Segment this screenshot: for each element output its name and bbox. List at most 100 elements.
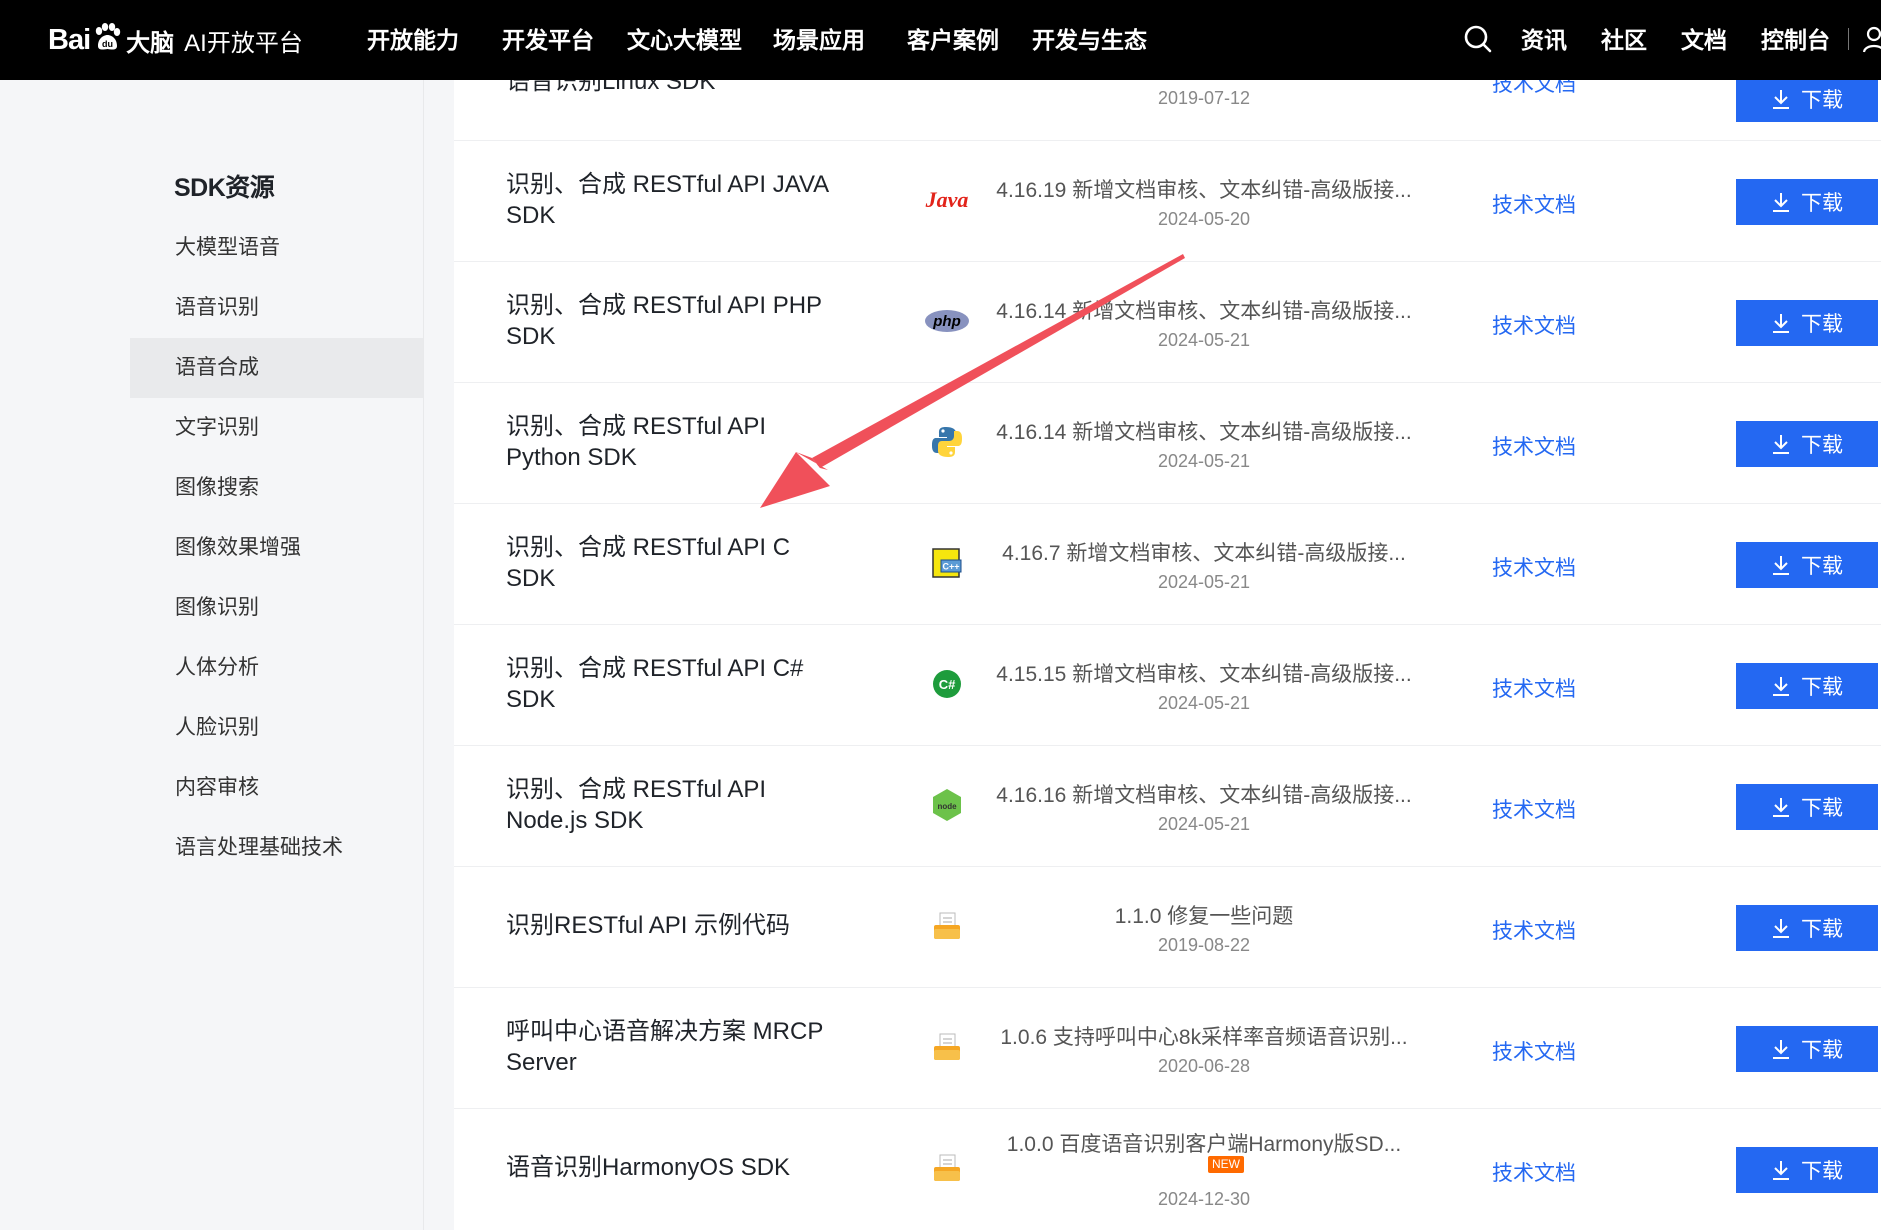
download-button[interactable]: 下载 (1736, 542, 1878, 588)
download-icon (1773, 677, 1789, 696)
nav-docs[interactable]: 文档 (1681, 22, 1727, 58)
svg-text:php: php (932, 313, 961, 330)
sidebar-item-image-enhance[interactable]: 图像效果增强 (130, 518, 423, 578)
nav-scenario-apps[interactable]: 场景应用 (773, 22, 865, 58)
sdk-date: 2024-05-21 (1157, 814, 1251, 834)
tech-doc-link[interactable]: 技术文档 (1492, 1157, 1576, 1187)
paw-icon: du (95, 23, 121, 50)
sidebar-item-speech-synthesis[interactable]: 语音合成 (130, 338, 423, 398)
sidebar-item-body-analysis[interactable]: 人体分析 (130, 638, 423, 698)
php-icon: php (924, 298, 970, 344)
tech-doc-link[interactable]: 技术文档 (1492, 1036, 1576, 1066)
download-button[interactable]: 下载 (1736, 300, 1878, 346)
nav-open-capability[interactable]: 开放能力 (367, 22, 459, 58)
download-button[interactable]: 下载 (1736, 76, 1878, 122)
download-icon (1773, 556, 1789, 575)
nav-console[interactable]: 控制台 (1761, 22, 1830, 58)
logo-platform-text: AI开放平台 (184, 29, 303, 57)
sidebar-item-image-search[interactable]: 图像搜索 (130, 458, 423, 518)
download-button[interactable]: 下载 (1736, 1147, 1878, 1193)
tech-doc-link[interactable]: 技术文档 (1492, 915, 1576, 945)
tech-doc-link[interactable]: 技术文档 (1492, 431, 1576, 461)
sdk-row: 识别RESTful API 示例代码 1.1.0 修复一些问题 2019-08-… (454, 867, 1881, 989)
sdk-row: 识别、合成 RESTful API Python SDK 4.16.14 新增文… (454, 383, 1881, 505)
download-button[interactable]: 下载 (1736, 1026, 1878, 1072)
sdk-date: 2024-05-21 (1157, 572, 1251, 592)
tech-doc-link[interactable]: 技术文档 (1492, 552, 1576, 582)
sidebar-title: SDK资源 (174, 174, 275, 202)
sdk-name: 呼叫中心语音解决方案 MRCP Server (506, 1018, 823, 1076)
sdk-name: 识别、合成 RESTful API C# SDK (506, 655, 804, 713)
search-icon[interactable] (1461, 22, 1495, 56)
nav-customer-cases[interactable]: 客户案例 (907, 22, 999, 58)
sdk-version: 1.1.0 修复一些问题 (1114, 905, 1294, 928)
sdk-date: 2019-07-12 (1157, 88, 1251, 108)
sdk-date: 2024-05-21 (1157, 330, 1251, 350)
sdk-row: 识别、合成 RESTful API C SDK C++ 4.16.7 新增文档审… (454, 504, 1881, 626)
tech-doc-link[interactable]: 技术文档 (1492, 310, 1576, 340)
download-label: 下载 (1801, 434, 1843, 457)
sdk-version: 4.16.14 新增文档审核、文本纠错-高级版接... (996, 300, 1412, 323)
sdk-name: 识别、合成 RESTful API C SDK (506, 534, 791, 592)
sdk-row: 识别、合成 RESTful API C# SDK C# 4.15.15 新增文档… (454, 625, 1881, 747)
sidebar-item-content-review[interactable]: 内容审核 (130, 758, 423, 818)
nav-divider (1848, 28, 1849, 50)
sdk-date: 2024-05-21 (1157, 451, 1251, 471)
sdk-name: 语音识别HarmonyOS SDK (506, 1154, 791, 1181)
logo-bai-text: Bai (48, 23, 91, 56)
sdk-version: 4.16.14 新增文档审核、文本纠错-高级版接... (996, 421, 1412, 444)
sidebar: SDK资源 大模型语音 语音识别 语音合成 文字识别 图像搜索 图像效果增强 图… (0, 80, 424, 1230)
sdk-version: 4.16.19 新增文档审核、文本纠错-高级版接... (996, 179, 1412, 202)
download-button[interactable]: 下载 (1736, 784, 1878, 830)
csharp-icon: C# (924, 661, 970, 707)
file-icon (924, 1145, 970, 1191)
sidebar-item-speech-recognition[interactable]: 语音识别 (130, 278, 423, 338)
svg-text:node: node (937, 802, 957, 811)
download-icon (1773, 435, 1789, 454)
download-label: 下载 (1801, 555, 1843, 578)
baidu-ai-logo[interactable]: Bai du 大脑 AI开放平台 (48, 8, 303, 72)
tech-doc-link[interactable]: 技术文档 (1492, 189, 1576, 219)
sdk-name: 识别、合成 RESTful API JAVA SDK (506, 171, 828, 229)
sidebar-item-nlp-basic[interactable]: 语言处理基础技术 (130, 818, 423, 878)
sdk-date: 2020-06-28 (1157, 1056, 1251, 1076)
svg-text:C#: C# (939, 677, 956, 692)
tech-doc-link[interactable]: 技术文档 (1492, 673, 1576, 703)
nav-wenxin-model[interactable]: 文心大模型 (627, 22, 742, 58)
download-icon (1773, 919, 1789, 938)
download-icon (1773, 1040, 1789, 1059)
new-badge: NEW (1208, 1156, 1244, 1173)
download-icon (1773, 314, 1789, 333)
sidebar-item-image-recognition[interactable]: 图像识别 (130, 578, 423, 638)
download-label: 下载 (1801, 1160, 1843, 1183)
download-label: 下载 (1801, 1039, 1843, 1062)
download-button[interactable]: 下载 (1736, 179, 1878, 225)
sdk-version: 1.0.6 支持呼叫中心8k采样率音频语音识别... (1000, 1026, 1408, 1049)
java-icon: Java (925, 187, 969, 212)
nav-community[interactable]: 社区 (1601, 22, 1647, 58)
nav-dev-ecosystem[interactable]: 开发与生态 (1032, 22, 1147, 58)
download-icon (1773, 1161, 1789, 1180)
sdk-row: 识别、合成 RESTful API PHP SDK php 4.16.14 新增… (454, 262, 1881, 384)
sidebar-item-ocr[interactable]: 文字识别 (130, 398, 423, 458)
download-label: 下载 (1801, 797, 1843, 820)
sidebar-item-llm-speech[interactable]: 大模型语音 (130, 218, 423, 278)
sdk-name: 识别、合成 RESTful API Node.js SDK (506, 776, 767, 834)
svg-text:C++: C++ (942, 562, 959, 572)
sdk-name: 识别RESTful API 示例代码 (506, 912, 791, 939)
sidebar-item-face-recognition[interactable]: 人脸识别 (130, 698, 423, 758)
nav-news[interactable]: 资讯 (1521, 22, 1567, 58)
nav-dev-platform[interactable]: 开发平台 (502, 22, 594, 58)
tech-doc-link[interactable]: 技术文档 (1492, 794, 1576, 824)
sdk-version: 4.15.15 新增文档审核、文本纠错-高级版接... (996, 663, 1412, 686)
sdk-row: 呼叫中心语音解决方案 MRCP Server 1.0.6 支持呼叫中心8k采样率… (454, 988, 1881, 1110)
download-label: 下载 (1801, 676, 1843, 699)
sdk-date: 2024-05-20 (1157, 209, 1251, 229)
user-icon[interactable] (1862, 22, 1881, 56)
download-button[interactable]: 下载 (1736, 663, 1878, 709)
download-label: 下载 (1801, 918, 1843, 941)
download-button[interactable]: 下载 (1736, 421, 1878, 467)
download-button[interactable]: 下载 (1736, 905, 1878, 951)
cpp-icon: C++ (924, 540, 970, 586)
sdk-version: 4.16.16 新增文档审核、文本纠错-高级版接... (996, 784, 1412, 807)
